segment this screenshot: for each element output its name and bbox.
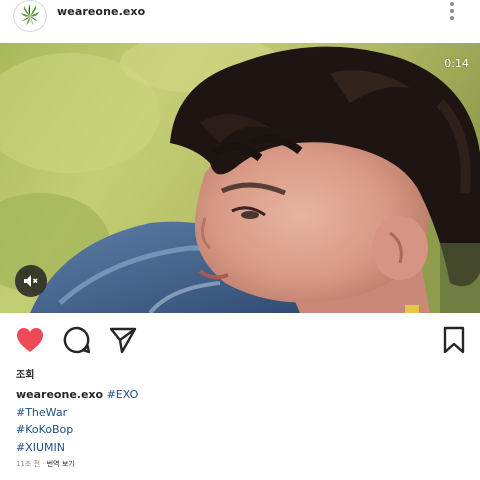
header-username[interactable]: weareone.exo: [57, 5, 145, 18]
action-bar: [0, 318, 480, 362]
post-caption: weareone.exo #EXO #TheWar #KoKoBop #XIUM…: [16, 386, 138, 456]
meta-separator: ·: [42, 460, 45, 468]
share-button[interactable]: [108, 325, 138, 355]
caption-line: weareone.exo #EXO: [16, 386, 138, 404]
post-header: weareone.exo: [0, 0, 480, 40]
video-timer: 0:14: [444, 57, 469, 70]
hashtag-link[interactable]: #XIUMIN: [16, 441, 65, 454]
views-label[interactable]: 조회: [16, 366, 34, 381]
bookmark-icon: [443, 326, 465, 354]
caption-line: #KoKoBop: [16, 421, 138, 439]
avatar[interactable]: [13, 0, 47, 32]
mute-button[interactable]: [15, 265, 47, 297]
caption-line: #XIUMIN: [16, 439, 138, 457]
hashtag-link[interactable]: #TheWar: [16, 406, 67, 419]
comment-icon: [63, 326, 91, 354]
hashtag-link[interactable]: #KoKoBop: [16, 423, 73, 436]
video-player[interactable]: 0:14: [0, 43, 480, 313]
like-button[interactable]: [15, 325, 45, 355]
video-frame: [0, 43, 480, 313]
caption-line: #TheWar: [16, 404, 138, 422]
hashtag-link[interactable]: #EXO: [107, 388, 139, 401]
comment-button[interactable]: [62, 325, 92, 355]
heart-filled-icon: [17, 328, 43, 352]
more-vertical-icon[interactable]: [444, 0, 460, 24]
speaker-muted-icon: [24, 275, 38, 287]
send-icon: [109, 327, 137, 354]
translate-link[interactable]: 번역 보기: [47, 460, 75, 468]
post-timestamp: 11초 전: [16, 460, 41, 468]
save-button[interactable]: [439, 325, 469, 355]
leaf-logo-icon: [21, 4, 39, 26]
post-meta: 11초 전 · 번역 보기: [16, 459, 75, 469]
caption-username[interactable]: weareone.exo: [16, 388, 103, 401]
